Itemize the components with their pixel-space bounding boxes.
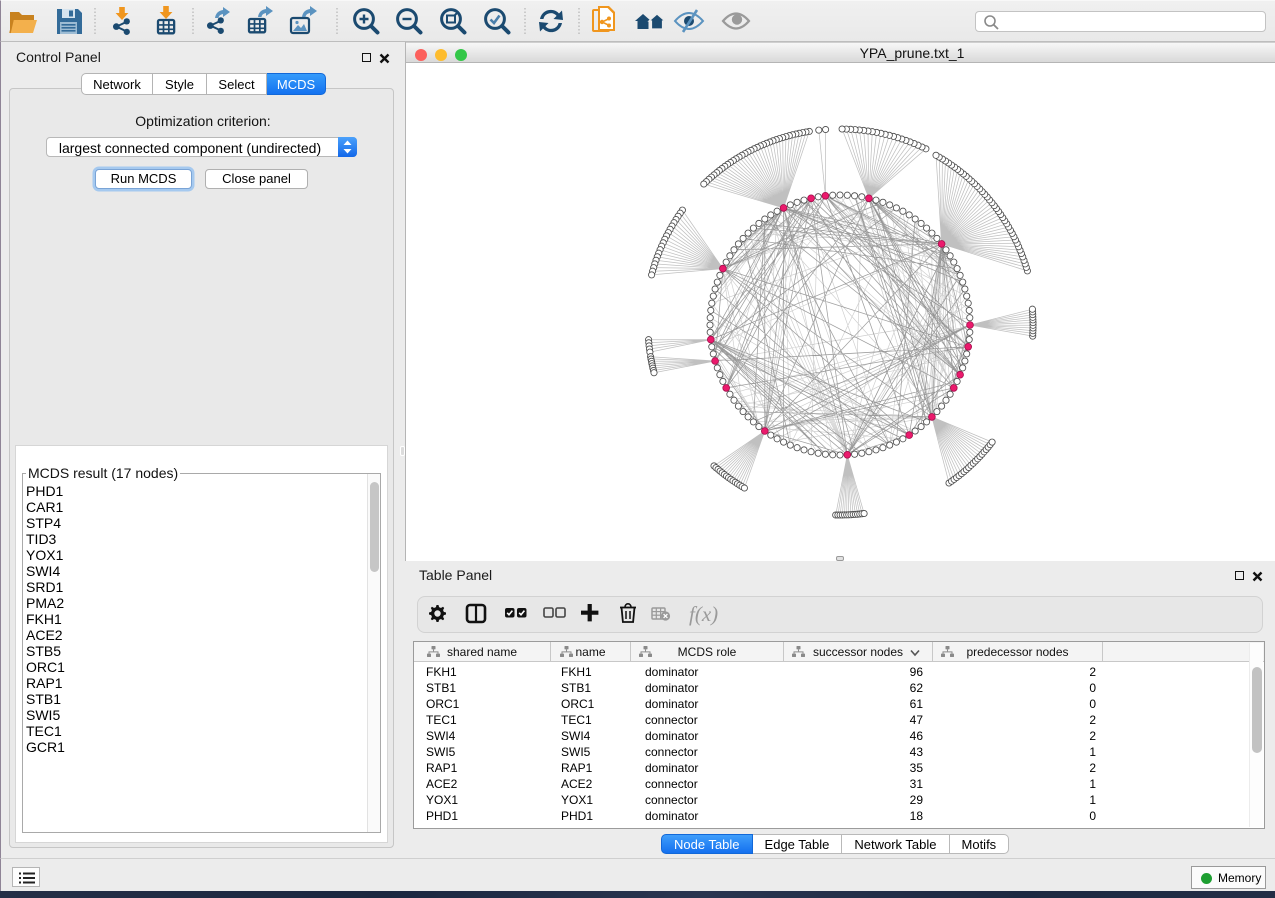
svg-text:f(x): f(x) (689, 602, 718, 626)
